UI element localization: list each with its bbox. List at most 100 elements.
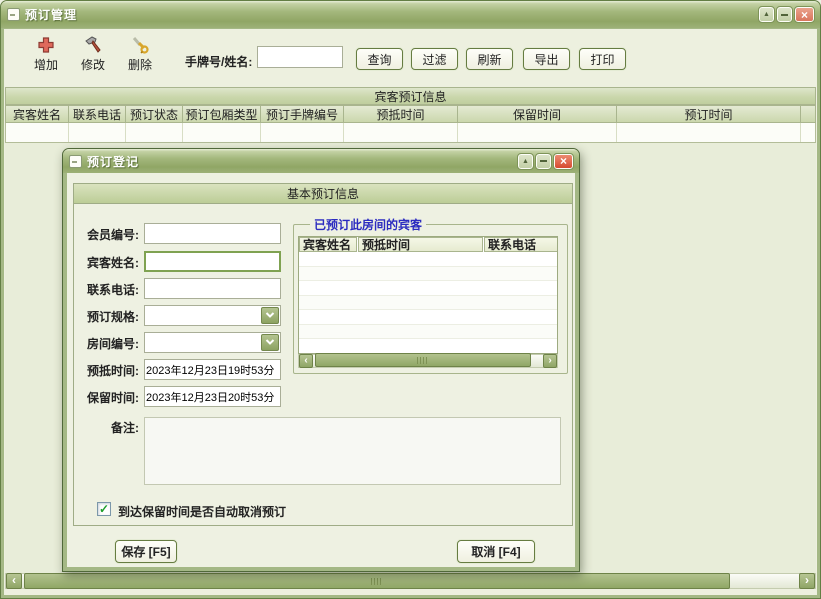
maximize-icon: ▲	[522, 158, 529, 165]
card-or-name-label: 手牌号/姓名:	[185, 53, 252, 70]
scroll-left-icon: ‹	[12, 573, 16, 587]
scroll-left-icon: ‹	[304, 355, 307, 366]
refresh-button-label: 刷新	[477, 51, 501, 68]
table-row	[299, 310, 557, 325]
edit-button[interactable]: 修改	[70, 35, 116, 79]
table-row	[299, 252, 557, 267]
column-header[interactable]: 宾客姓名	[6, 106, 69, 122]
export-button-label: 导出	[534, 51, 558, 68]
auto-cancel-label: 到达保留时间是否自动取消预订	[118, 503, 286, 520]
column-header[interactable]: 联系电话	[69, 106, 126, 122]
dialog-close-button[interactable]: ×	[554, 154, 573, 169]
grid-caption: 宾客预订信息	[5, 87, 816, 105]
refresh-button[interactable]: 刷新	[466, 48, 513, 70]
column-header[interactable]: 宾客姓名	[299, 237, 357, 252]
scroll-right-button[interactable]: ›	[543, 354, 557, 368]
query-button[interactable]: 查询	[356, 48, 403, 70]
delete-button[interactable]: 删除	[117, 35, 163, 79]
guest-name-field[interactable]	[144, 251, 281, 272]
print-button[interactable]: 打印	[579, 48, 626, 70]
minimize-icon	[781, 14, 788, 16]
reserved-guests-table: 宾客姓名 预抵时间 联系电话	[298, 236, 558, 354]
main-titlebar[interactable]: 预订管理 ▲ ×	[1, 1, 820, 28]
column-header[interactable]: 联系电话	[484, 237, 558, 252]
column-header[interactable]: 预抵时间	[358, 237, 483, 252]
minimize-button[interactable]	[777, 7, 792, 22]
dialog-title: 预订登记	[87, 153, 139, 170]
table-row	[299, 296, 557, 311]
scroll-thumb[interactable]	[24, 573, 730, 589]
scroll-thumb[interactable]	[315, 353, 531, 367]
export-button[interactable]: 导出	[523, 48, 570, 70]
reserved-guests-groupbox: 已预订此房间的宾客 宾客姓名 预抵时间 联系电话 ‹	[293, 224, 568, 374]
filter-button[interactable]: 过滤	[411, 48, 458, 70]
phone-field[interactable]	[144, 278, 281, 299]
maximize-button[interactable]: ▲	[759, 7, 774, 22]
chevron-down-icon[interactable]	[261, 307, 279, 324]
grid-column-header: 宾客姓名 联系电话 预订状态 预订包厢类型 预订手牌编号 预抵时间 保留时间 预…	[5, 105, 816, 123]
dialog-titlebar[interactable]: 预订登记 ▲ ×	[63, 149, 579, 173]
add-button-label: 增加	[23, 56, 69, 73]
column-header[interactable]: 预订状态	[126, 106, 183, 122]
cancel-button-label: 取消 [F4]	[471, 543, 520, 560]
table-row	[299, 281, 557, 296]
filter-button-label: 过滤	[422, 51, 446, 68]
remark-label: 备注:	[69, 419, 139, 436]
room-no-label: 房间编号:	[69, 335, 139, 352]
groupbox-title: 已预订此房间的宾客	[310, 216, 426, 233]
table-row	[299, 339, 557, 354]
plus-icon	[36, 35, 56, 55]
key-icon	[130, 35, 150, 55]
dialog-minimize-button[interactable]	[536, 154, 551, 169]
save-button-label: 保存 [F5]	[121, 543, 170, 560]
dialog-maximize-button[interactable]: ▲	[518, 154, 533, 169]
table-row	[299, 325, 557, 340]
delete-button-label: 删除	[117, 56, 163, 73]
hammer-icon	[83, 35, 103, 55]
scroll-track[interactable]	[313, 353, 543, 369]
hold-time-label: 保留时间:	[69, 389, 139, 406]
scroll-right-icon: ›	[805, 573, 809, 587]
search-input[interactable]	[257, 46, 343, 68]
member-id-field[interactable]	[144, 223, 281, 244]
hold-time-field[interactable]	[144, 386, 281, 407]
room-no-select[interactable]	[144, 332, 281, 353]
column-header[interactable]: 保留时间	[458, 106, 617, 122]
spec-label: 预订规格:	[69, 308, 139, 325]
guest-name-label: 宾客姓名:	[69, 254, 139, 271]
column-header[interactable]: 预抵时间	[344, 106, 458, 122]
dialog-body: 基本预订信息 会员编号: 宾客姓名: 联系电话: 预订规格: 房间编号:	[67, 173, 575, 567]
scroll-left-button[interactable]: ‹	[6, 573, 22, 589]
column-header[interactable]: 预订包厢类型	[183, 106, 261, 122]
edit-button-label: 修改	[70, 56, 116, 73]
query-button-label: 查询	[367, 51, 391, 68]
scroll-right-icon: ›	[548, 355, 551, 366]
scroll-left-button[interactable]: ‹	[299, 354, 313, 368]
mini-grid-scrollbar[interactable]: ‹ ›	[298, 354, 558, 368]
spec-select[interactable]	[144, 305, 281, 326]
horizontal-scrollbar[interactable]: ‹ ›	[5, 573, 816, 589]
reservation-dialog: 预订登记 ▲ × 基本预订信息 会员编号: 宾客姓名: 联系电话: 预订规格:	[62, 148, 580, 572]
arrival-time-field[interactable]	[144, 359, 281, 380]
column-header-filler	[801, 106, 815, 122]
arrival-time-label: 预抵时间:	[69, 362, 139, 379]
auto-cancel-checkbox[interactable]: ✓	[97, 502, 111, 516]
add-button[interactable]: 增加	[23, 35, 69, 79]
maximize-icon: ▲	[763, 11, 770, 18]
dialog-icon	[69, 155, 82, 168]
save-button[interactable]: 保存 [F5]	[115, 540, 177, 563]
phone-label: 联系电话:	[69, 281, 139, 298]
cancel-button[interactable]: 取消 [F4]	[457, 540, 535, 563]
scroll-grip	[417, 357, 429, 364]
mini-grid-header: 宾客姓名 预抵时间 联系电话	[299, 237, 557, 252]
scroll-track[interactable]	[22, 573, 799, 589]
scroll-grip	[371, 578, 383, 585]
column-header[interactable]: 预订时间	[617, 106, 801, 122]
chevron-down-icon[interactable]	[261, 334, 279, 351]
remark-textarea[interactable]	[144, 417, 561, 485]
column-header[interactable]: 预订手牌编号	[261, 106, 344, 122]
grid-empty-row	[5, 123, 816, 143]
scroll-right-button[interactable]: ›	[799, 573, 815, 589]
close-icon: ×	[560, 155, 567, 167]
close-button[interactable]: ×	[795, 7, 814, 22]
